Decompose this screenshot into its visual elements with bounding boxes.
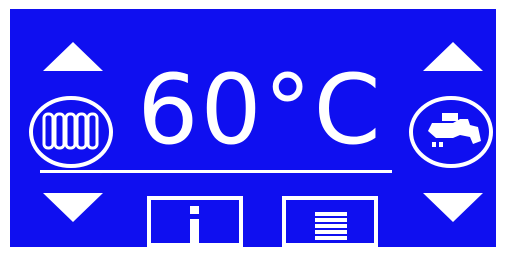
right-temperature-up-arrow[interactable] [423,42,483,71]
tap-faucet-icon [409,96,493,168]
menu-button[interactable] [282,196,378,247]
thermostat-screen: 60°C [10,9,496,247]
radiator-icon [29,96,113,168]
left-temperature-down-arrow[interactable] [43,193,103,222]
left-temperature-up-arrow[interactable] [43,42,103,71]
info-icon [190,206,199,244]
menu-lines-icon [315,212,347,240]
temperature-underline [40,170,392,173]
info-button[interactable] [147,196,243,247]
temperature-readout: 60°C [137,54,383,166]
right-temperature-down-arrow[interactable] [423,193,483,222]
